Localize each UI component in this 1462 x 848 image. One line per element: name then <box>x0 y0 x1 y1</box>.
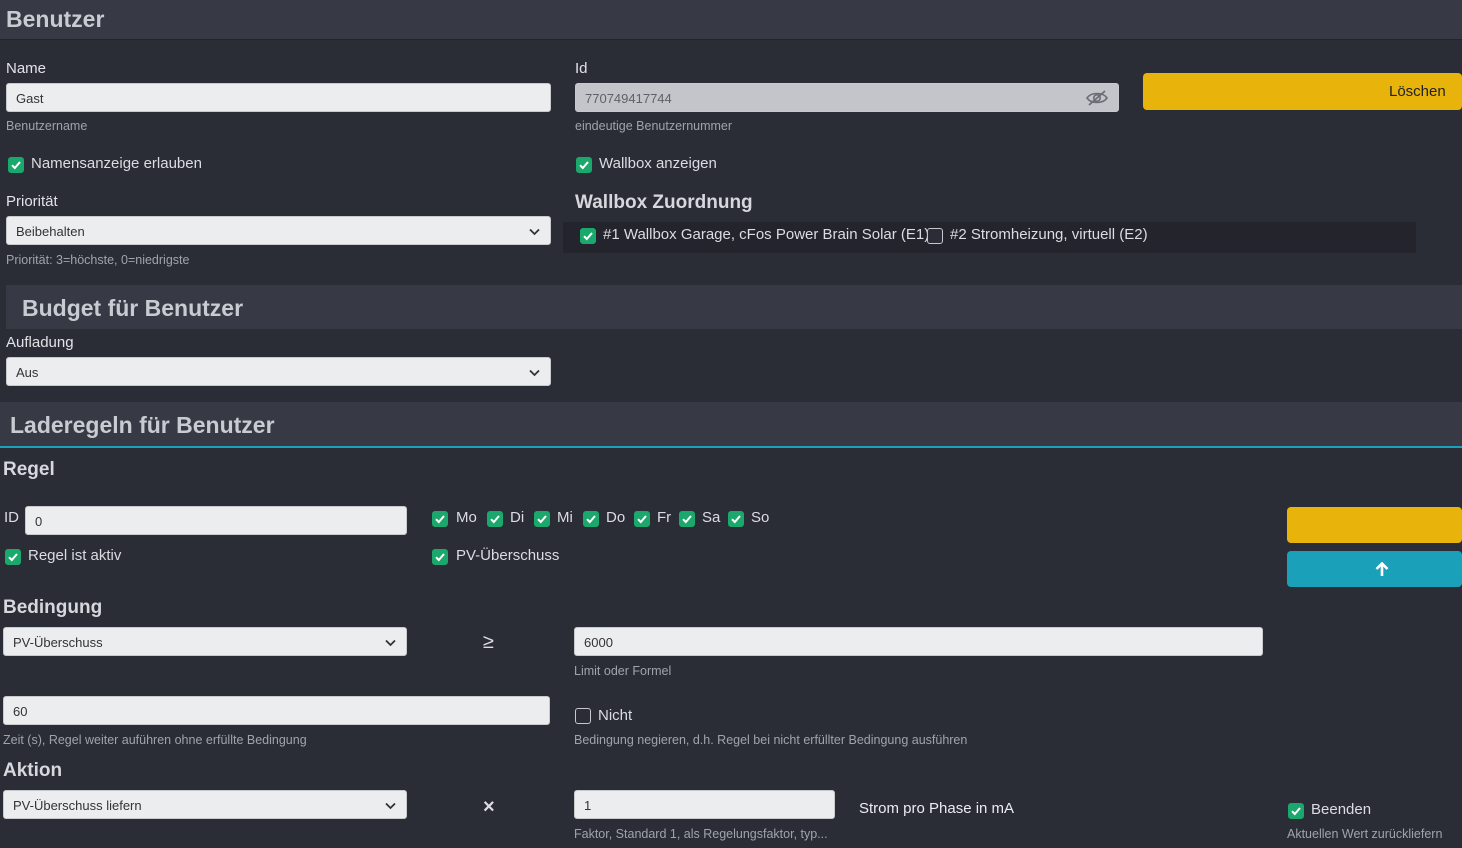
chevron-down-icon <box>528 225 541 238</box>
operator-symbol: ≥ <box>483 631 494 653</box>
name-input[interactable]: Gast <box>6 83 551 112</box>
id-value: 770749417744 <box>585 91 672 106</box>
wallbox-2-checkbox[interactable] <box>927 228 943 244</box>
priority-help: Priorität: 3=höchste, 0=niedrigste <box>6 253 190 267</box>
action-title: Aktion <box>3 760 63 781</box>
time-help: Zeit (s), Regel weiter auführen ohne erf… <box>3 733 307 747</box>
rule-active-label: Regel ist aktiv <box>28 547 122 564</box>
day-mo-label: Mo <box>456 509 477 526</box>
end-checkbox[interactable] <box>1288 803 1304 819</box>
chevron-down-icon <box>528 366 541 379</box>
pv-surplus-checkbox[interactable] <box>432 549 448 565</box>
multiply-symbol: × <box>483 796 495 818</box>
budget-header: Budget für Benutzer <box>6 285 1462 329</box>
not-label: Nicht <box>598 707 633 724</box>
rule-active-checkbox[interactable] <box>5 549 21 565</box>
wallbox-1-label: #1 Wallbox Garage, cFos Power Brain Sola… <box>603 226 930 243</box>
day-so-label: So <box>751 509 770 526</box>
id-help: eindeutige Benutzernummer <box>575 119 733 133</box>
show-wallbox-label: Wallbox anzeigen <box>599 155 717 172</box>
not-checkbox[interactable] <box>575 708 591 724</box>
limit-help: Limit oder Formel <box>574 664 672 678</box>
day-di-label: Di <box>510 509 525 526</box>
factor-input[interactable]: 1 <box>574 790 835 819</box>
move-up-button[interactable] <box>1287 551 1462 587</box>
end-help: Aktuellen Wert zurückliefern <box>1287 827 1443 841</box>
page-header: Benutzer <box>0 0 1462 40</box>
action-value: PV-Überschuss liefern <box>13 798 142 813</box>
charge-label: Aufladung <box>6 334 74 351</box>
charge-select[interactable]: Aus <box>6 357 551 386</box>
factor-help: Faktor, Standard 1, als Regelungsfaktor,… <box>574 827 828 841</box>
allow-name-label: Namensanzeige erlauben <box>31 155 202 172</box>
allow-name-checkbox[interactable] <box>8 157 24 173</box>
unit-label: Strom pro Phase in mA <box>859 800 1015 817</box>
day-so-checkbox[interactable] <box>728 511 744 527</box>
charge-value: Aus <box>16 365 39 380</box>
wallbox-assign-list: #1 Wallbox Garage, cFos Power Brain Sola… <box>563 222 1416 253</box>
wallbox-assign-title: Wallbox Zuordnung <box>575 192 753 213</box>
day-mi-checkbox[interactable] <box>534 511 550 527</box>
priority-value: Beibehalten <box>16 224 85 239</box>
pv-surplus-label: PV-Überschuss <box>456 547 560 564</box>
chevron-down-icon <box>384 636 397 649</box>
rule-title: Regel <box>3 459 55 480</box>
name-label: Name <box>6 60 47 77</box>
wallbox-2-label: #2 Stromheizung, virtuell (E2) <box>950 226 1148 243</box>
delete-label: Löschen <box>1389 83 1446 100</box>
eye-slash-icon[interactable] <box>1085 89 1109 110</box>
day-di-checkbox[interactable] <box>487 511 503 527</box>
name-help: Benutzername <box>6 119 88 133</box>
delete-button[interactable]: Löschen <box>1143 73 1462 110</box>
day-fr-checkbox[interactable] <box>634 511 650 527</box>
day-mi-label: Mi <box>557 509 573 526</box>
page-title: Benutzer <box>6 6 105 32</box>
action-select[interactable]: PV-Überschuss liefern <box>3 790 407 819</box>
id-label: Id <box>575 60 588 77</box>
chevron-down-icon <box>384 799 397 812</box>
day-sa-checkbox[interactable] <box>679 511 695 527</box>
day-mo-checkbox[interactable] <box>432 511 448 527</box>
day-sa-label: Sa <box>702 509 721 526</box>
limit-input[interactable]: 6000 <box>574 627 1263 656</box>
rules-title: Laderegeln für Benutzer <box>10 412 275 438</box>
show-wallbox-checkbox[interactable] <box>576 157 592 173</box>
day-do-checkbox[interactable] <box>583 511 599 527</box>
priority-label: Priorität <box>6 193 58 210</box>
rule-yellow-button[interactable] <box>1287 507 1462 543</box>
day-fr-label: Fr <box>657 509 672 526</box>
priority-select[interactable]: Beibehalten <box>6 216 551 245</box>
rules-header: Laderegeln für Benutzer <box>0 402 1462 448</box>
condition-value: PV-Überschuss <box>13 635 103 650</box>
budget-title: Budget für Benutzer <box>22 295 244 321</box>
not-help: Bedingung negieren, d.h. Regel bei nicht… <box>574 733 968 747</box>
rule-id-label: ID <box>4 509 19 526</box>
rule-id-input[interactable]: 0 <box>25 506 407 535</box>
arrow-up-icon <box>1375 561 1389 582</box>
id-field: 770749417744 <box>575 83 1119 112</box>
time-input[interactable]: 60 <box>3 696 550 725</box>
day-do-label: Do <box>606 509 626 526</box>
wallbox-1-checkbox[interactable] <box>580 228 596 244</box>
condition-title: Bedingung <box>3 597 103 618</box>
end-label: Beenden <box>1311 801 1372 818</box>
condition-select[interactable]: PV-Überschuss <box>3 627 407 656</box>
